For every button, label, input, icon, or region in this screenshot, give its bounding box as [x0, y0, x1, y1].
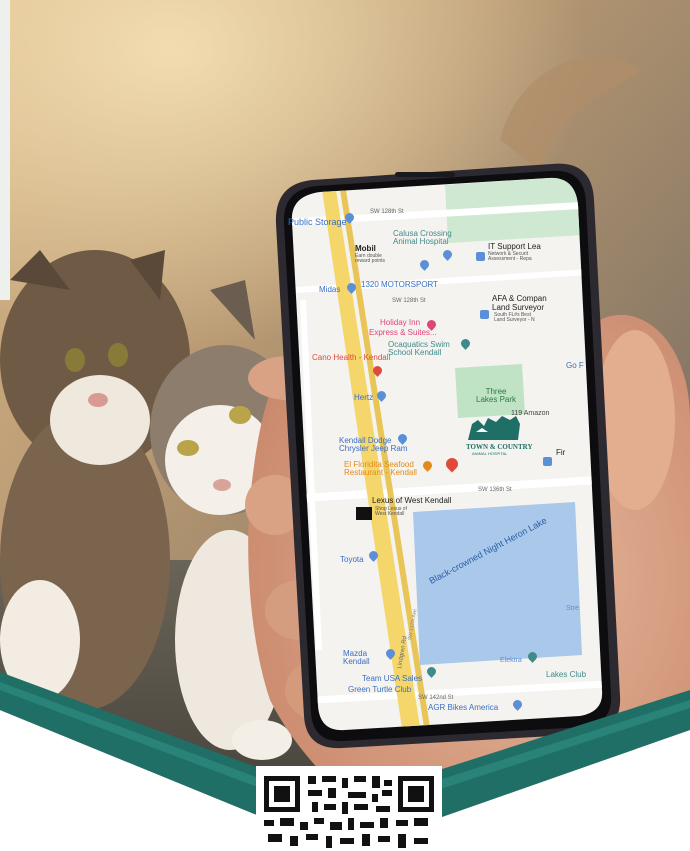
qr-code-icon	[256, 766, 442, 851]
street-label: SW 136th St	[478, 487, 512, 493]
poi-el-floridita[interactable]: El Floridita Seafood Restaurant - Kendal…	[344, 460, 417, 478]
briefcase-icon[interactable]	[476, 252, 485, 261]
poi-lakes-club[interactable]: Lakes Club	[546, 670, 586, 679]
qr-code[interactable]	[256, 766, 442, 851]
poi-hertz[interactable]: Hertz	[354, 393, 373, 402]
poi-three-lakes-park[interactable]: Three Lakes Park	[476, 387, 516, 405]
poi-mobil-sub: Earn double reward points	[355, 253, 386, 265]
poi-midas[interactable]: Midas	[319, 285, 340, 294]
poi-lexus[interactable]: Lexus of West Kendall	[372, 496, 451, 505]
briefcase-icon[interactable]	[480, 310, 489, 319]
poi-team-usa[interactable]: Team USA Sales	[362, 674, 422, 683]
town-country-sub: ANIMAL HOSPITAL	[472, 451, 508, 456]
poi-elektra[interactable]: Elektra	[500, 657, 522, 664]
poi-stre[interactable]: Stre	[566, 605, 579, 612]
poi-go[interactable]: Go F	[566, 361, 584, 370]
poi-green-turtle[interactable]: Green Turtle Club	[348, 685, 411, 694]
street-label: SW 128th St	[370, 209, 404, 215]
animal-logo-icon	[468, 416, 520, 440]
poi-agr-bikes[interactable]: AGR Bikes America	[428, 703, 498, 712]
background-photo	[0, 0, 690, 851]
briefcase-icon[interactable]	[543, 457, 552, 466]
town-country-logo	[464, 414, 524, 444]
poi-mazda[interactable]: Mazda Kendall	[343, 649, 370, 667]
lexus-logo-icon	[356, 507, 372, 520]
poi-calusa[interactable]: Calusa Crossing Animal Hospital	[393, 229, 452, 247]
poi-public-storage[interactable]: Public Storage	[288, 217, 347, 227]
poi-fir[interactable]: Fir	[556, 448, 565, 457]
poi-it-support-sub: Network & Securit Assessment - Repa	[488, 251, 532, 263]
left-edge-panel	[0, 0, 10, 300]
poi-cano-health[interactable]: Cano Health - Kendall	[312, 353, 390, 362]
poi-afa-sub: South FL#s Best Land Surveyor - N	[494, 312, 535, 324]
poi-ocaquatics[interactable]: Ocaquatics Swim School Kendall	[388, 340, 450, 358]
poi-toyota[interactable]: Toyota	[340, 555, 364, 564]
poi-holiday-inn-2[interactable]: Express & Suites...	[369, 328, 437, 337]
street-label: SW 128th St	[392, 298, 426, 304]
poi-holiday-inn[interactable]: Holiday Inn	[380, 318, 420, 327]
street-label: SW 142nd St	[418, 695, 454, 701]
poi-lexus-sub: Shop Lexus of West Kendall	[375, 506, 407, 518]
scene: Public Storage SW 128th St Mobil Earn do…	[0, 0, 690, 851]
poi-motorsport[interactable]: 1320 MOTORSPORT	[361, 280, 438, 289]
